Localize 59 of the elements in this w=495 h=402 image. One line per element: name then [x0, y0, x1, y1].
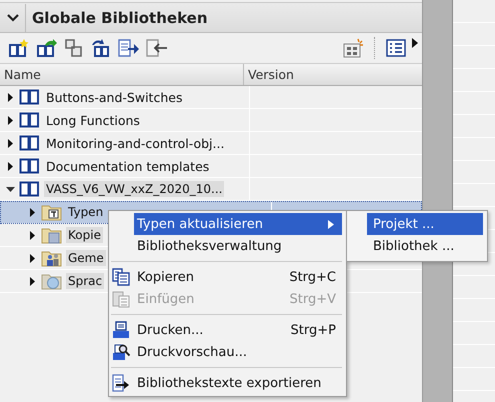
grid-sparkle-icon: [342, 38, 364, 58]
menu-item[interactable]: Projekt ...: [367, 213, 483, 235]
expand-arrow-icon[interactable]: [6, 92, 15, 102]
details-view-button[interactable]: [384, 38, 408, 58]
book-icon: [19, 112, 40, 128]
folder-people-icon: [41, 249, 62, 267]
column-header[interactable]: Version: [244, 64, 422, 85]
expand-arrow-icon[interactable]: [28, 230, 37, 240]
tree-row[interactable]: Buttons-and-Switches: [0, 86, 422, 109]
overflow-arrow-icon[interactable]: [412, 38, 418, 48]
tree-item-label: Long Functions: [45, 112, 141, 128]
panel-title: Globale Bibliotheken: [31, 8, 208, 26]
open-library-button[interactable]: [34, 38, 60, 58]
menu-item[interactable]: Bibliothek ...: [367, 235, 483, 257]
expand-arrow-icon[interactable]: [6, 116, 15, 124]
tree-row[interactable]: Long Functions: [0, 109, 422, 132]
document-arrow-icon: [118, 39, 140, 57]
book-arrow-icon: [36, 39, 58, 57]
book-star-icon: [8, 39, 30, 57]
book-cycle-icon: [90, 39, 112, 57]
tree-row[interactable]: Documentation templates: [0, 155, 422, 178]
printer-icon: [112, 321, 130, 339]
chevron-icon: [6, 14, 18, 22]
paste-icon: [112, 290, 130, 308]
folder-globe-icon: [41, 272, 62, 290]
tree-item-label: Typen: [67, 204, 104, 220]
menu-item[interactable]: Bibliotheksverwaltung: [134, 235, 342, 257]
import-button[interactable]: [144, 38, 170, 58]
expand-arrow-icon[interactable]: [6, 162, 15, 170]
book-icon: [19, 181, 40, 197]
column-header[interactable]: Name: [0, 64, 244, 85]
print-preview-icon: [112, 343, 130, 361]
book-icon: [19, 158, 40, 174]
list-icon: [386, 39, 406, 57]
expand-arrow-icon[interactable]: [28, 254, 37, 262]
tree-item-label: Documentation templates: [45, 158, 210, 174]
expand-arrow-icon[interactable]: [28, 276, 37, 286]
expand-arrow-icon[interactable]: [28, 208, 37, 216]
tree-item-label: Sprac: [66, 273, 104, 289]
tree-item-label: VASS_V6_VW_xxZ_2020_10...: [44, 181, 224, 197]
tree-row[interactable]: Monitoring-and-control-obj...: [0, 132, 422, 155]
tree-item-label: Geme: [66, 250, 106, 266]
export-button[interactable]: [116, 38, 142, 58]
folder-icon: [41, 226, 62, 244]
copy-icon: [112, 268, 130, 286]
document-arrow-icon: [146, 39, 168, 57]
tree-item-label: Monitoring-and-control-obj...: [45, 134, 226, 152]
menu-item[interactable]: Typen aktualisieren: [134, 213, 342, 235]
menu-item[interactable]: Kopieren Strg+C: [134, 266, 342, 288]
tree-item-label: Kopie: [66, 227, 103, 243]
menu-item[interactable]: Bibliothekstexte exportieren: [134, 372, 342, 394]
tree-item-label: Buttons-and-Switches: [45, 88, 184, 106]
document-arrow-icon: [112, 374, 130, 392]
book-icon: [19, 89, 40, 105]
menu-item[interactable]: Druckvorschau...: [134, 341, 342, 363]
expand-arrow-icon[interactable]: [6, 138, 15, 148]
collapse-arrow-icon[interactable]: [6, 184, 15, 194]
book-icon: [19, 135, 40, 151]
menu-item[interactable]: Drucken... Strg+P: [134, 319, 342, 341]
